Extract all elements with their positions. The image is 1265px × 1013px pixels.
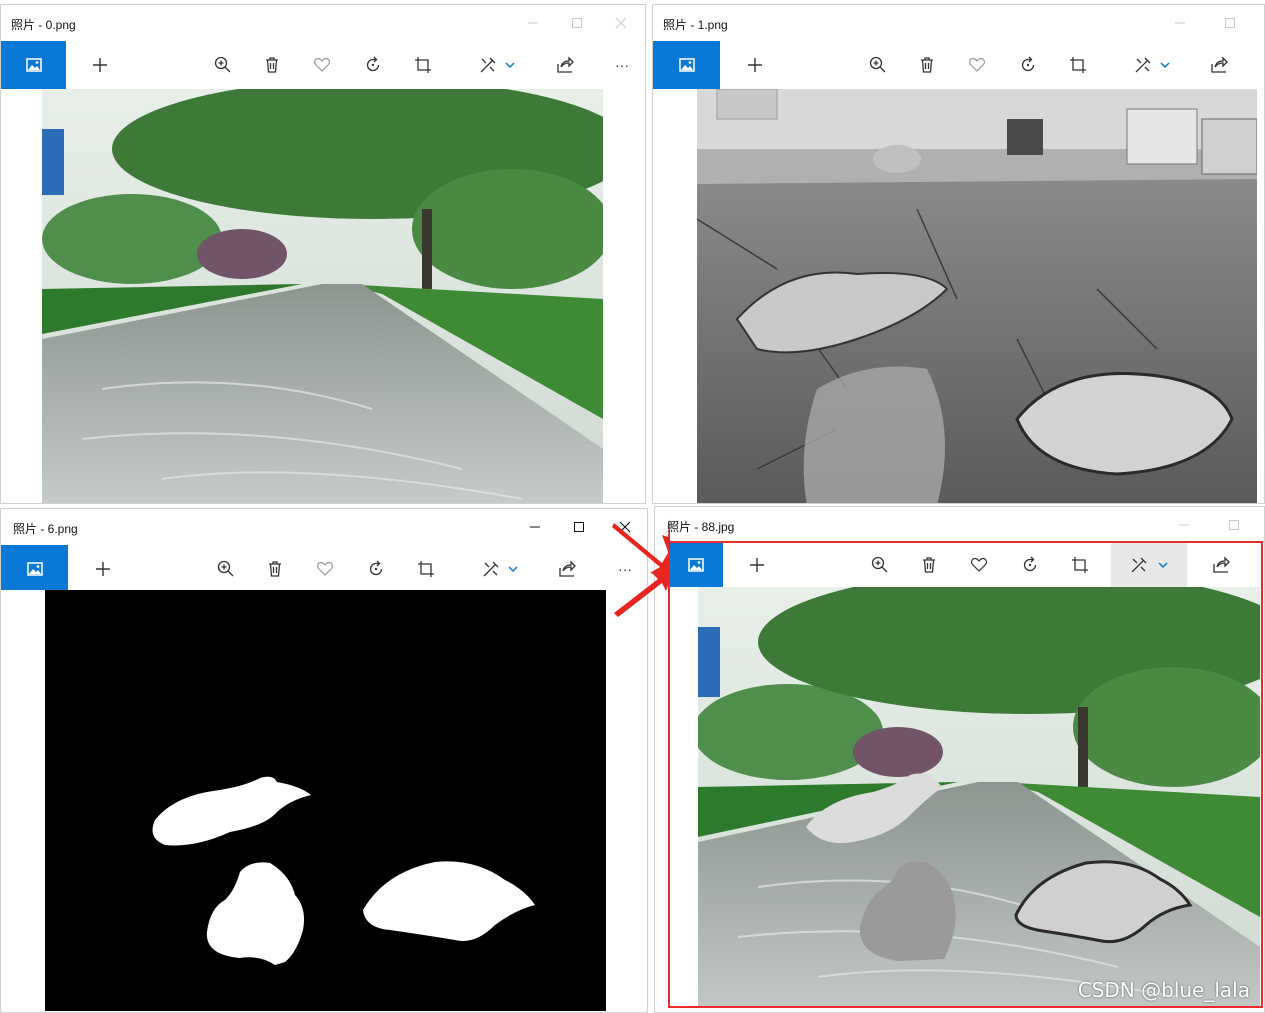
photos-window-1: 照片 - 1.png bbox=[652, 4, 1265, 504]
image-viewport bbox=[653, 89, 1264, 503]
view-image-button[interactable] bbox=[1, 41, 66, 89]
rotate-icon[interactable] bbox=[360, 41, 386, 89]
favorite-icon[interactable] bbox=[964, 41, 990, 89]
minimize-button[interactable] bbox=[521, 11, 545, 35]
window-title: 照片 - 88.jpg bbox=[667, 520, 735, 534]
chevron-down-icon[interactable] bbox=[506, 545, 520, 593]
toolbar bbox=[653, 41, 1264, 89]
zoom-in-icon[interactable] bbox=[210, 41, 236, 89]
maximize-button[interactable] bbox=[567, 515, 591, 539]
edit-icon[interactable] bbox=[1130, 41, 1156, 89]
red-arrows bbox=[612, 518, 670, 617]
crop-icon[interactable] bbox=[413, 545, 439, 593]
view-image-button[interactable] bbox=[1, 545, 68, 593]
highlight-frame bbox=[668, 541, 1263, 1008]
minimize-button[interactable] bbox=[1168, 11, 1192, 35]
zoom-in-icon[interactable] bbox=[865, 41, 891, 89]
chevron-down-icon[interactable] bbox=[503, 41, 517, 89]
edit-icon[interactable] bbox=[478, 545, 504, 593]
crop-icon[interactable] bbox=[410, 41, 436, 89]
toolbar: ··· bbox=[1, 545, 647, 593]
close-button[interactable] bbox=[609, 11, 633, 35]
share-icon[interactable] bbox=[1206, 41, 1232, 89]
pothole-road-photo bbox=[697, 89, 1257, 503]
maximize-button[interactable] bbox=[565, 11, 589, 35]
title-bar[interactable]: 照片 - 0.png bbox=[1, 5, 645, 41]
chevron-down-icon[interactable] bbox=[1158, 41, 1172, 89]
zoom-in-icon[interactable] bbox=[213, 545, 239, 593]
crop-icon[interactable] bbox=[1065, 41, 1091, 89]
add-icon[interactable] bbox=[90, 545, 116, 593]
image-viewport bbox=[1, 89, 645, 503]
minimize-button[interactable] bbox=[523, 515, 547, 539]
share-icon[interactable] bbox=[554, 545, 580, 593]
title-bar[interactable]: 照片 - 88.jpg bbox=[655, 507, 1264, 543]
arrow-icon bbox=[612, 518, 670, 617]
share-icon[interactable] bbox=[552, 41, 578, 89]
delete-icon[interactable] bbox=[259, 41, 285, 89]
add-icon[interactable] bbox=[742, 41, 768, 89]
rotate-icon[interactable] bbox=[1015, 41, 1041, 89]
favorite-icon[interactable] bbox=[312, 545, 338, 593]
add-icon[interactable] bbox=[87, 41, 113, 89]
mask-image bbox=[45, 590, 606, 1011]
delete-icon[interactable] bbox=[914, 41, 940, 89]
image-viewport bbox=[1, 590, 647, 1012]
maximize-button[interactable] bbox=[1222, 513, 1246, 537]
window-title: 照片 - 6.png bbox=[13, 522, 78, 536]
photos-window-0: 照片 - 0.png ··· bbox=[0, 4, 646, 504]
title-bar[interactable]: 照片 - 6.png bbox=[1, 509, 647, 545]
view-image-button[interactable] bbox=[653, 41, 720, 89]
title-bar[interactable]: 照片 - 1.png bbox=[653, 5, 1264, 41]
edit-icon[interactable] bbox=[475, 41, 501, 89]
more-icon[interactable]: ··· bbox=[609, 41, 635, 89]
maximize-button[interactable] bbox=[1218, 11, 1242, 35]
photos-window-2: 照片 - 6.png ··· bbox=[0, 508, 648, 1013]
flooded-road-photo bbox=[42, 89, 603, 503]
rotate-icon[interactable] bbox=[363, 545, 389, 593]
delete-icon[interactable] bbox=[262, 545, 288, 593]
window-title: 照片 - 0.png bbox=[11, 18, 76, 32]
window-title: 照片 - 1.png bbox=[663, 18, 728, 32]
toolbar: ··· bbox=[1, 41, 645, 89]
minimize-button[interactable] bbox=[1172, 513, 1196, 537]
favorite-icon[interactable] bbox=[309, 41, 335, 89]
